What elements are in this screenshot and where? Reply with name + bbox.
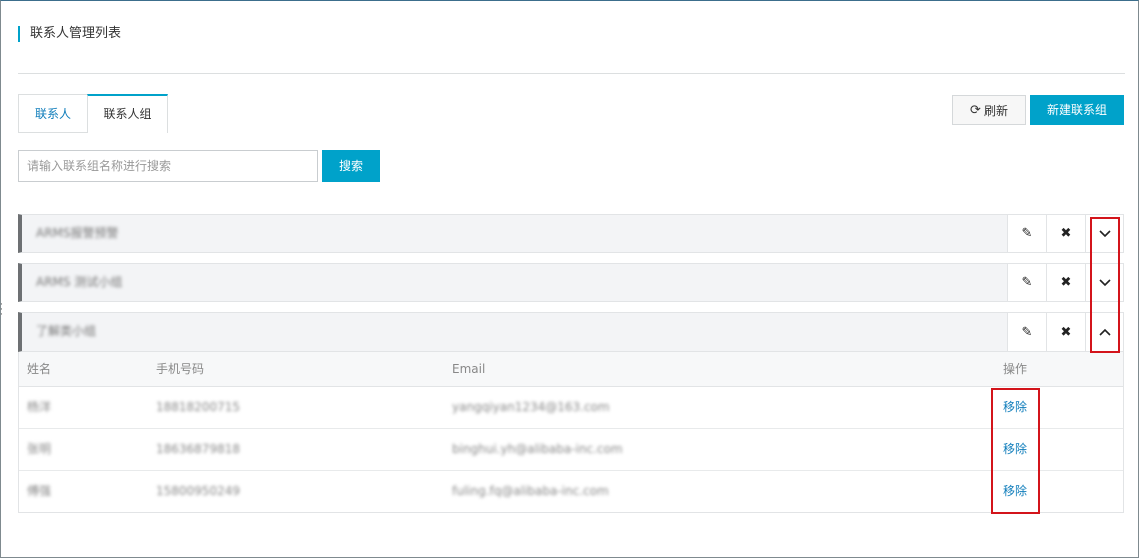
app-window: 联系人管理列表 联系人 联系人组 ⟳ 刷新 新建联系组 搜索 ARMS报警预警 … [0,0,1139,558]
table-row: 张明 18636879818 binghui.yh@alibaba-inc.co… [19,429,1123,471]
member-email: binghui.yh@alibaba-inc.com [452,442,623,456]
column-header-email: Email [452,362,486,376]
column-header-phone: 手机号码 [156,362,205,376]
edit-icon[interactable]: ✎ [1007,264,1046,301]
table-row: 杨洋 18818200715 yangqiyan1234@163.com 移除 [19,387,1123,429]
member-phone: 18636879818 [156,442,240,456]
refresh-label: 刷新 [983,103,1008,118]
remove-member-link[interactable]: 移除 [1003,387,1027,428]
chevron-down-icon[interactable] [1085,215,1123,252]
delete-icon[interactable]: ✖ [1046,313,1085,351]
group-actions: ✎ ✖ [1007,215,1123,252]
group-actions: ✎ ✖ [1007,313,1123,351]
tab-contact-groups[interactable]: 联系人组 [87,94,168,133]
search-button[interactable]: 搜索 [322,150,380,182]
table-header: 姓名 手机号码 Email 操作 [19,352,1123,387]
member-name: 张明 [27,442,52,456]
member-phone: 18818200715 [156,400,240,414]
member-email: fuling.fq@alibaba-inc.com [452,484,609,498]
tab-contacts[interactable]: 联系人 [18,94,87,133]
group-row[interactable]: ARMS 测试小组 ✎ ✖ [18,263,1124,302]
group-name: 了解类小组 [36,324,97,338]
page-title: 联系人管理列表 [18,26,121,42]
new-group-button[interactable]: 新建联系组 [1030,95,1124,125]
resize-handle[interactable]: · · · [0,301,3,320]
group-name: ARMS报警预警 [36,226,119,240]
tab-bar: 联系人 联系人组 [18,94,168,133]
column-header-action: 操作 [1003,362,1028,376]
member-email: yangqiyan1234@163.com [452,400,610,414]
chevron-down-icon[interactable] [1085,264,1123,301]
members-table: 姓名 手机号码 Email 操作 杨洋 18818200715 yangqiya… [18,352,1124,513]
edit-icon[interactable]: ✎ [1007,215,1046,252]
group-actions: ✎ ✖ [1007,264,1123,301]
column-header-name: 姓名 [27,362,52,376]
refresh-icon: ⟳ [970,102,981,118]
member-name: 杨洋 [27,400,52,414]
refresh-button[interactable]: ⟳ 刷新 [952,95,1026,125]
search-input[interactable] [18,150,318,182]
remove-member-link[interactable]: 移除 [1003,429,1027,470]
group-name: ARMS 测试小组 [36,275,123,289]
member-phone: 15800950249 [156,484,240,498]
table-row: 傅强 15800950249 fuling.fq@alibaba-inc.com… [19,471,1123,513]
edit-icon[interactable]: ✎ [1007,313,1046,351]
member-name: 傅强 [27,484,52,498]
group-row[interactable]: ARMS报警预警 ✎ ✖ [18,214,1124,253]
title-divider [18,73,1125,74]
delete-icon[interactable]: ✖ [1046,215,1085,252]
delete-icon[interactable]: ✖ [1046,264,1085,301]
group-row-expanded[interactable]: 了解类小组 ✎ ✖ [18,312,1124,352]
chevron-up-icon[interactable] [1085,313,1123,351]
remove-member-link[interactable]: 移除 [1003,471,1027,512]
